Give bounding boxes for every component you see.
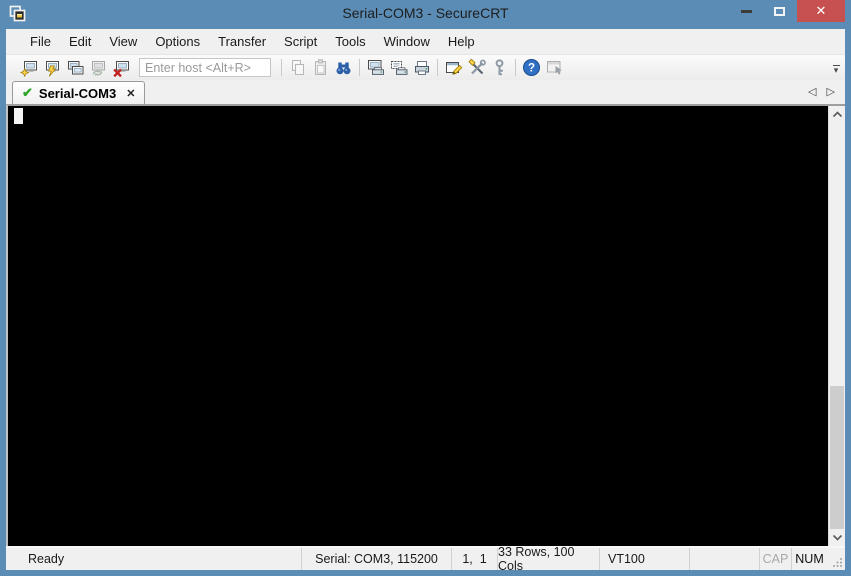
toolbar: ? ▾ — [6, 54, 845, 80]
scroll-up-button[interactable] — [829, 106, 845, 123]
close-button[interactable]: ✕ — [797, 0, 845, 22]
keygen-icon[interactable] — [488, 57, 511, 79]
caption-buttons: ✕ — [731, 0, 845, 22]
status-blank — [689, 548, 759, 570]
menu-file[interactable]: File — [21, 31, 60, 52]
tab-scroll-right-icon[interactable]: ▷ — [827, 86, 835, 98]
copy-icon[interactable] — [286, 57, 309, 79]
status-cursor-position: 1, 1 — [451, 548, 497, 570]
toolbar-overflow-button[interactable]: ▾ — [830, 60, 842, 76]
svg-text:?: ? — [528, 63, 535, 75]
toolbar-separator — [281, 59, 282, 76]
menu-script[interactable]: Script — [275, 31, 326, 52]
scroll-down-button[interactable] — [829, 529, 845, 546]
terminal-cursor — [14, 108, 23, 124]
scrollbar-thumb[interactable] — [830, 386, 844, 529]
tab-close-icon[interactable]: ✕ — [126, 87, 135, 100]
app-window: Serial-COM3 - SecureCRT ✕ File Edit View… — [0, 0, 851, 576]
menu-options[interactable]: Options — [146, 31, 209, 52]
menu-view[interactable]: View — [100, 31, 146, 52]
menu-window[interactable]: Window — [375, 31, 439, 52]
connect-in-tab-icon[interactable] — [64, 57, 87, 79]
whats-this-icon[interactable] — [543, 57, 566, 79]
menu-edit[interactable]: Edit — [60, 31, 100, 52]
disconnect-icon[interactable] — [110, 57, 133, 79]
vertical-scrollbar[interactable] — [828, 106, 845, 546]
status-ready: Ready — [28, 552, 65, 566]
minimize-button[interactable] — [731, 0, 761, 22]
statusbar: Ready Serial: COM3, 115200 1, 1 33 Rows,… — [6, 545, 845, 573]
menu-help[interactable]: Help — [439, 31, 484, 52]
status-caps-lock: CAP — [759, 548, 791, 570]
connected-check-icon: ✔ — [22, 85, 33, 100]
status-terminal-size: 33 Rows, 100 Cols — [497, 545, 599, 573]
help-icon[interactable]: ? — [520, 57, 543, 79]
global-options-icon[interactable] — [465, 57, 488, 79]
connect-icon[interactable] — [18, 57, 41, 79]
scrollbar-track[interactable] — [829, 123, 845, 529]
reconnect-icon[interactable] — [87, 57, 110, 79]
maximize-icon — [773, 6, 785, 16]
minimize-icon — [740, 9, 752, 13]
maximize-button[interactable] — [764, 0, 794, 22]
print-icon[interactable] — [410, 57, 433, 79]
terminal-area — [6, 104, 845, 546]
tab-serial-com3[interactable]: ✔ Serial-COM3 ✕ — [12, 81, 146, 104]
find-icon[interactable] — [332, 57, 355, 79]
tab-scroll-left-icon[interactable]: ◁ — [808, 86, 816, 98]
titlebar: Serial-COM3 - SecureCRT ✕ — [0, 0, 851, 29]
quick-connect-icon[interactable] — [41, 57, 64, 79]
status-emulation: VT100 — [599, 548, 689, 570]
tabbar: ✔ Serial-COM3 ✕ ◁ ▷ — [6, 80, 845, 104]
status-num-lock: NUM — [791, 548, 827, 570]
menu-tools[interactable]: Tools — [326, 31, 374, 52]
toolbar-separator — [515, 59, 516, 76]
terminal-screen[interactable] — [8, 106, 828, 546]
paste-icon[interactable] — [309, 57, 332, 79]
host-input[interactable] — [139, 58, 271, 77]
status-connection: Serial: COM3, 115200 — [301, 548, 451, 570]
print-selection-icon[interactable] — [387, 57, 410, 79]
session-options-icon[interactable] — [442, 57, 465, 79]
window-title: Serial-COM3 - SecureCRT — [342, 5, 509, 21]
menubar: File Edit View Options Transfer Script T… — [6, 29, 845, 54]
toolbar-separator — [359, 59, 360, 76]
tab-scroll-buttons: ◁ ▷ — [801, 85, 835, 98]
print-screen-icon[interactable] — [364, 57, 387, 79]
tab-label: Serial-COM3 — [38, 85, 117, 101]
toolbar-separator — [437, 59, 438, 76]
resize-grip[interactable] — [827, 548, 845, 570]
menu-transfer[interactable]: Transfer — [209, 31, 275, 52]
